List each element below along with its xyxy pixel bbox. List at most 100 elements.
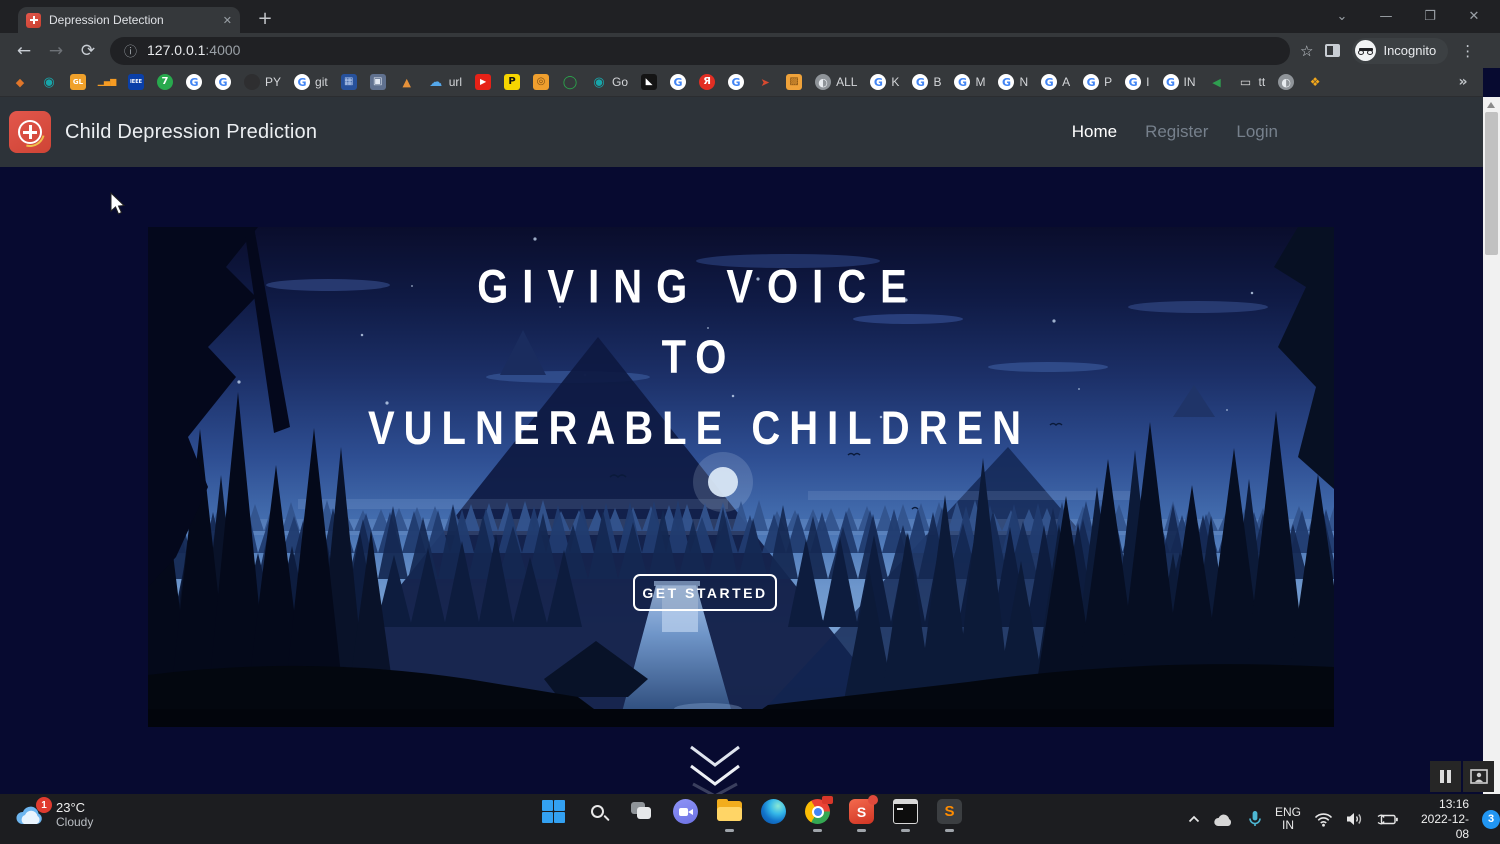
bookmark-google-k[interactable]: GK [870, 74, 899, 90]
bookmark-ring[interactable]: ◯ [562, 74, 578, 90]
taskbar-windows-start-icon[interactable] [540, 799, 567, 824]
bookmark-film-icon: ▦ [340, 74, 357, 90]
bookmark-godaddy-go[interactable]: ◉ Go [591, 74, 628, 90]
bookmark-panel-icon: ▣ [369, 74, 386, 90]
weather-condition: Cloudy [56, 815, 94, 829]
bookmark-google-b[interactable]: GB [912, 74, 941, 90]
bookmark-bird[interactable]: ➤ [757, 74, 773, 90]
browser-menu-icon[interactable]: ⋮ [1460, 42, 1475, 60]
window-maximize-icon[interactable]: ❐ [1408, 9, 1452, 24]
bookmark-monitor-tt[interactable]: ▭ tt [1238, 74, 1265, 90]
site-info-icon[interactable]: ⓘ [124, 41, 137, 60]
bookmark-media[interactable]: ◀ [1209, 74, 1225, 90]
nav-link-register[interactable]: Register [1145, 122, 1208, 142]
reload-icon[interactable]: ⟳ [72, 41, 104, 61]
taskbar-edge-icon[interactable] [760, 799, 787, 824]
bookmark-url[interactable]: ☁ url [428, 74, 462, 90]
bookmark-globe-all-icon: ◐ [815, 74, 832, 90]
bookmark-ieee[interactable]: IEEE [128, 74, 144, 90]
bookmark-google-p[interactable]: GP [1083, 74, 1112, 90]
bookmark-teal-circle[interactable]: ◉ [41, 74, 57, 90]
bookmark-photos[interactable]: ❖ [1307, 74, 1323, 90]
bookmarks-overflow-chevron[interactable]: » [1455, 74, 1471, 90]
microphone-icon[interactable] [1248, 810, 1262, 828]
bookmark-godaddy-go-label: Go [612, 75, 629, 89]
nav-link-home[interactable]: Home [1072, 122, 1117, 142]
bookmark-google[interactable]: G [670, 74, 687, 90]
taskbar-task-view-icon[interactable] [628, 799, 655, 824]
bookmark-url-label: url [448, 75, 463, 89]
onedrive-cloud-icon[interactable] [1213, 812, 1235, 827]
address-bar[interactable]: ⓘ 127.0.0.1:4000 [110, 36, 1290, 65]
taskbar-chrome-icon[interactable] [804, 796, 833, 832]
scrollbar-up-arrow[interactable] [1487, 102, 1495, 108]
bookmark-google[interactable]: G [728, 74, 745, 90]
wifi-icon[interactable] [1314, 812, 1333, 827]
browser-tab[interactable]: Depression Detection ✕ [18, 7, 240, 33]
new-tab-button[interactable]: + [252, 6, 278, 32]
bookmark-google-p-label: P [1104, 75, 1113, 89]
tab-close-icon[interactable]: ✕ [223, 14, 232, 27]
notification-count-badge[interactable]: 3 [1482, 809, 1500, 829]
window-close-icon[interactable]: ✕ [1452, 9, 1496, 24]
bookmark-google[interactable]: G [215, 74, 231, 90]
bookmark-panel[interactable]: ▣ [369, 74, 386, 90]
bookmark-google-in[interactable]: G IN [1162, 74, 1196, 90]
window-menu-icon[interactable]: ⌄ [1320, 9, 1364, 24]
bookmark-bird-icon: ➤ [760, 75, 770, 89]
taskbar-terminal-icon[interactable] [892, 799, 919, 832]
get-started-button[interactable]: GET STARTED [633, 574, 777, 611]
forward-icon[interactable]: → [40, 41, 72, 61]
page-title: Child Depression Prediction [65, 120, 318, 143]
taskbar-chat-icon[interactable] [672, 799, 699, 824]
bookmark-box[interactable]: ▨ [786, 74, 803, 90]
recorder-webcam-icon[interactable] [1463, 761, 1494, 792]
recorder-pause-icon[interactable] [1430, 761, 1461, 792]
side-panel-icon[interactable] [1325, 44, 1341, 57]
taskbar-weather-widget[interactable]: 1 23°C Cloudy [14, 797, 94, 830]
bookmark-google-m-label: M [975, 75, 986, 89]
bookmark-google[interactable]: G [186, 74, 202, 90]
taskbar-sublime-text-icon[interactable]: S [936, 799, 963, 832]
language-indicator[interactable]: ENG IN [1275, 806, 1301, 832]
bookmark-camera[interactable]: ◎ [533, 74, 550, 90]
bookmark-google-git[interactable]: Ggit [294, 74, 328, 90]
site-header: Child Depression Prediction Home Register… [0, 97, 1483, 167]
bookmark-seagull[interactable]: ◣ [641, 74, 658, 90]
bookmark-seven[interactable]: 7 [157, 74, 173, 90]
bookmark-analytics[interactable]: ▁▄▆ [98, 74, 116, 90]
bookmark-google-m[interactable]: GM [954, 74, 985, 90]
bookmark-google-i[interactable]: GI [1125, 74, 1150, 90]
weather-cloud-icon: 1 [14, 797, 52, 828]
taskbar-clock[interactable]: 13:16 2022-12-08 [1411, 797, 1469, 842]
battery-charging-icon[interactable] [1377, 813, 1398, 826]
bookmark-star-icon[interactable]: ☆ [1300, 42, 1313, 60]
bookmark-google-icon: G [186, 74, 202, 90]
nav-link-login[interactable]: Login [1236, 122, 1278, 142]
weather-alert-badge: 1 [36, 797, 52, 813]
bookmark-gl[interactable]: GL [70, 74, 86, 90]
back-icon[interactable]: ← [8, 41, 40, 61]
taskbar-search-icon[interactable] [584, 799, 611, 824]
bookmark-globe-all[interactable]: ◐ ALL [815, 74, 857, 90]
bookmark-p[interactable]: P [504, 74, 521, 90]
bookmark-google-a[interactable]: GA [1041, 74, 1070, 90]
bookmark-film[interactable]: ▦ [340, 74, 357, 90]
tray-expand-chevron-icon[interactable] [1188, 815, 1200, 823]
bookmark-peaks[interactable]: ▲ [399, 74, 415, 90]
bookmark-photos-icon: ❖ [1309, 75, 1321, 89]
bookmark-arrow[interactable]: ◆ [12, 74, 28, 90]
bookmark-yandex[interactable]: Я [699, 74, 716, 90]
taskbar-file-explorer-icon[interactable] [716, 799, 743, 832]
bookmark-google-n[interactable]: GN [998, 74, 1028, 90]
bookmark-github-py[interactable]: PY [244, 74, 281, 90]
bookmark-google-icon: G [728, 74, 745, 90]
bookmark-youtube[interactable]: ▶ [475, 74, 492, 90]
taskbar-screen-recorder-icon[interactable]: S [848, 795, 878, 832]
hero-heading-line2: TO [661, 331, 737, 384]
bookmark-p-icon: P [504, 74, 521, 90]
bookmark-globe[interactable]: ◐ [1278, 74, 1295, 90]
speaker-icon[interactable] [1346, 812, 1364, 826]
window-minimize-icon[interactable]: — [1364, 9, 1408, 24]
scrollbar-thumb[interactable] [1485, 112, 1498, 255]
